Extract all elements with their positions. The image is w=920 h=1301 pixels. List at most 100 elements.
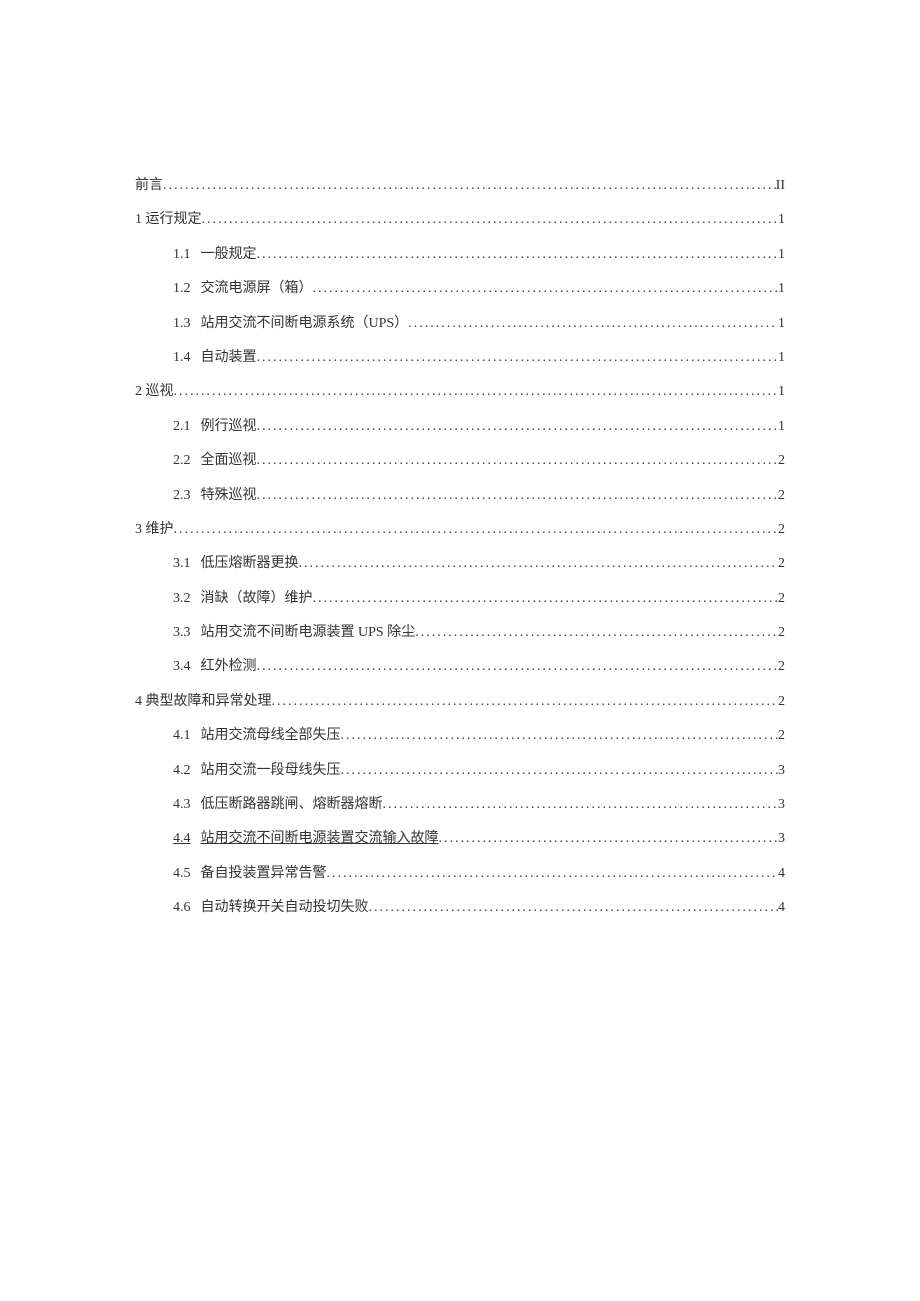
toc-entry-leader: [163, 175, 776, 189]
toc-entry-page: 1: [778, 416, 785, 438]
toc-entry-number: 2.2: [173, 453, 191, 468]
toc-entry-leader: [257, 450, 779, 464]
toc-entry-page: 1: [778, 347, 785, 369]
toc-entry-page: 2: [778, 588, 785, 610]
toc-entry[interactable]: 1.2交流电源屏（箱）1: [135, 278, 785, 300]
toc-entry-label: 1.3站用交流不间断电源系统（UPS）: [173, 313, 408, 335]
toc-entry-title: 前言: [135, 178, 163, 193]
toc-entry-number: 3.1: [173, 556, 191, 571]
toc-entry[interactable]: 4 典型故障和异常处理2: [135, 691, 785, 713]
toc-entry-title: 低压熔断器更换: [201, 556, 299, 571]
toc-entry[interactable]: 3.2 消缺（故障）维护 2: [135, 588, 785, 610]
toc-entry[interactable]: 1.3站用交流不间断电源系统（UPS） 1: [135, 313, 785, 335]
toc-entry-number: 4.5: [173, 866, 191, 881]
toc-entry-title: 备自投装置异常告警: [201, 866, 327, 881]
toc-entry-page: 2: [778, 656, 785, 678]
toc-entry-label: 4.5 备自投装置异常告警: [173, 863, 327, 885]
toc-entry-number: 3.2: [173, 591, 191, 606]
toc-entry-title: 低压断路器跳闸、熔断器熔断: [201, 797, 383, 812]
toc-entry-page: 2: [778, 485, 785, 507]
toc-entry[interactable]: 4.2站用交流一段母线失压3: [135, 760, 785, 782]
toc-entry-label: 前言: [135, 175, 163, 197]
toc-entry-label: 4.3 低压断路器跳闸、熔断器熔断: [173, 794, 383, 816]
toc-entry-title: 站用交流一段母线失压: [201, 763, 341, 778]
toc-entry-leader: [257, 656, 779, 670]
toc-entry[interactable]: 2.2 全面巡视 2: [135, 450, 785, 472]
toc-entry-title: 全面巡视: [201, 453, 257, 468]
toc-entry-leader: [341, 725, 779, 739]
toc-entry-page: II: [776, 175, 785, 197]
toc-entry-label: 4 典型故障和异常处理: [135, 691, 272, 713]
toc-entry-number: 4.1: [173, 728, 191, 743]
toc-entry-page: 2: [778, 450, 785, 472]
toc-entry-number: 3: [135, 522, 142, 537]
toc-entry-page: 4: [778, 897, 785, 919]
toc-entry[interactable]: 4.3低压断路器跳闸、熔断器熔断3: [135, 794, 785, 816]
toc-entry[interactable]: 1.4自动装置 1: [135, 347, 785, 369]
toc-entry-title: 运行规定: [146, 212, 202, 227]
toc-entry-label: 1.4自动装置: [173, 347, 257, 369]
toc-entry[interactable]: 2.1例行巡视 1: [135, 416, 785, 438]
toc-entry-title: 站用交流母线全部失压: [201, 728, 341, 743]
toc-entry[interactable]: 4.6自动转换开关自动投切失败 4: [135, 897, 785, 919]
toc-entry-leader: [257, 485, 779, 499]
toc-entry-title: 站用交流不间断电源装置 UPS 除尘: [201, 625, 416, 640]
toc-entry-number: 2: [135, 384, 142, 399]
toc-entry-page: 1: [778, 244, 785, 266]
toc-entry-number: 2.3: [173, 488, 191, 503]
toc-entry-page: 1: [778, 209, 785, 231]
toc-entry-page: 2: [778, 553, 785, 575]
toc-entry-label: 2.3 特殊巡视: [173, 485, 257, 507]
toc-entry[interactable]: 4.4站用交流不间断电源装置交流输入故障3: [135, 828, 785, 850]
toc-entry-page: 2: [778, 725, 785, 747]
toc-entry-title: 消缺（故障）维护: [201, 591, 313, 606]
toc-entry[interactable]: 2.3 特殊巡视 2: [135, 485, 785, 507]
toc-entry-number: 1.4: [173, 350, 191, 365]
toc-entry-page: 1: [778, 381, 785, 403]
toc-entry-title: 典型故障和异常处理: [146, 694, 272, 709]
toc-entry-title: 红外检测: [201, 659, 257, 674]
toc-entry-number: 4.6: [173, 900, 191, 915]
toc-entry-page: 1: [778, 278, 785, 300]
toc-entry-number: 4.3: [173, 797, 191, 812]
toc-entry-title: 站用交流不间断电源系统（UPS）: [201, 316, 409, 331]
toc-entry-leader: [174, 519, 779, 533]
toc-entry-leader: [313, 588, 779, 602]
toc-entry-title: 特殊巡视: [201, 488, 257, 503]
toc-entry[interactable]: 3.3站用交流不间断电源装置 UPS 除尘2: [135, 622, 785, 644]
toc-entry-label: 3 维护: [135, 519, 174, 541]
toc-entry-label: 4.6自动转换开关自动投切失败: [173, 897, 369, 919]
toc-entry[interactable]: 4.5备自投装置异常告警4: [135, 863, 785, 885]
toc-entry-leader: [415, 622, 778, 636]
toc-entry[interactable]: 1.1 一般规定 1: [135, 244, 785, 266]
toc-entry-label: 1 运行规定: [135, 209, 202, 231]
toc-entry-page: 1: [778, 313, 785, 335]
toc-entry-leader: [257, 416, 779, 430]
toc-entry-leader: [257, 347, 779, 361]
toc-entry[interactable]: 2 巡视 1: [135, 381, 785, 403]
toc-entry-leader: [313, 278, 779, 292]
toc-entry-number: 1: [135, 212, 142, 227]
toc-entry-leader: [174, 381, 779, 395]
toc-entry-number: 1.1: [173, 247, 191, 262]
toc-entry-label: 2.1例行巡视: [173, 416, 257, 438]
toc-entry-title: 站用交流不间断电源装置交流输入故障: [201, 831, 439, 846]
toc-entry-leader: [341, 760, 779, 774]
toc-entry-number: 4.2: [173, 763, 191, 778]
toc-entry[interactable]: 4.1 站用交流母线全部失压 2: [135, 725, 785, 747]
toc-entry[interactable]: 3.1 低压熔断器更换 2: [135, 553, 785, 575]
toc-entry-label: 4.4站用交流不间断电源装置交流输入故障: [173, 828, 439, 850]
toc-entry-number: 4: [135, 694, 142, 709]
toc-entry-title: 巡视: [146, 384, 174, 399]
toc-entry-number: 1.2: [173, 281, 191, 296]
toc-entry[interactable]: 前言 II: [135, 175, 785, 197]
toc-entry[interactable]: 3.4红外检测2: [135, 656, 785, 678]
toc-entry-leader: [202, 209, 779, 223]
toc-entry-leader: [383, 794, 779, 808]
toc-entry-leader: [439, 828, 779, 842]
toc-entry[interactable]: 3 维护2: [135, 519, 785, 541]
toc-entry-number: 2.1: [173, 419, 191, 434]
toc-entry-title: 一般规定: [201, 247, 257, 262]
toc-entry-label: 2 巡视: [135, 381, 174, 403]
toc-entry[interactable]: 1 运行规定1: [135, 209, 785, 231]
